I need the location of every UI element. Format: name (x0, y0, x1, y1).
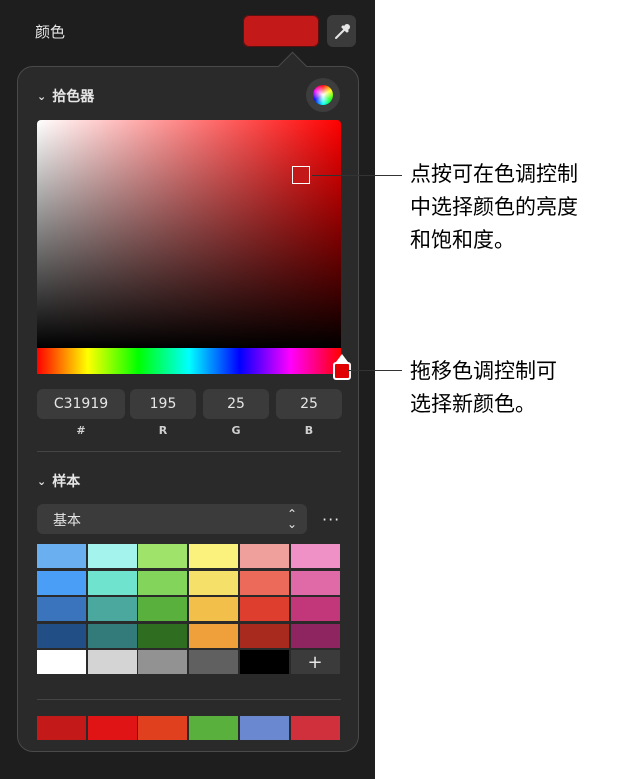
swatch[interactable] (189, 623, 239, 648)
swatches-header[interactable]: ⌄ 样本 (37, 471, 80, 491)
swatch[interactable] (37, 623, 86, 648)
recent-swatch[interactable] (239, 716, 289, 740)
green-field[interactable]: 25 (203, 389, 269, 419)
callout-line-text: 和饱和度。 (410, 228, 515, 252)
chevron-down-icon: ⌄ (37, 474, 47, 488)
swatch[interactable] (138, 597, 188, 622)
swatch[interactable] (239, 623, 289, 648)
recent-swatch[interactable] (138, 716, 188, 740)
swatch[interactable] (239, 570, 289, 595)
swatches-title: 样本 (52, 474, 81, 490)
recent-swatch[interactable] (37, 716, 86, 740)
palette-select[interactable]: 基本 ⌃ ⌄ (37, 504, 307, 534)
swatch[interactable] (189, 570, 239, 595)
saturation-brightness-field[interactable] (37, 120, 341, 348)
red-field[interactable]: 195 (130, 389, 196, 419)
color-wheel-button[interactable] (306, 78, 340, 112)
swatch[interactable] (290, 623, 340, 648)
callout-line (348, 370, 402, 371)
swatch[interactable] (87, 570, 137, 595)
hex-label: # (76, 424, 86, 437)
hue-slider[interactable] (37, 348, 341, 374)
callout-sv: 点按可在色调控制 中选择颜色的亮度 和饱和度。 (410, 158, 578, 257)
swatch[interactable] (87, 597, 137, 622)
swatch[interactable] (87, 623, 137, 648)
recent-swatch[interactable] (189, 716, 239, 740)
red-label: R (158, 424, 168, 437)
swatch[interactable] (37, 650, 86, 675)
callout-line-text: 点按可在色调控制 (410, 162, 578, 186)
recent-swatch[interactable] (87, 716, 137, 740)
swatch[interactable] (138, 623, 188, 648)
swatch[interactable] (37, 544, 86, 568)
updown-chevron-icon: ⌃ ⌄ (286, 507, 297, 531)
swatch[interactable] (290, 570, 340, 595)
eyedropper-icon (335, 24, 350, 39)
swatch[interactable] (189, 650, 239, 675)
swatch[interactable] (239, 650, 289, 675)
swatch[interactable] (189, 597, 239, 622)
picker-header[interactable]: ⌄ 拾色器 (37, 86, 94, 106)
blue-label: B (304, 424, 314, 437)
swatch[interactable] (138, 650, 188, 675)
swatch[interactable] (290, 597, 340, 622)
more-options-button[interactable]: ··· (322, 510, 340, 529)
eyedropper-button[interactable] (327, 15, 356, 47)
callout-hue: 拖移色调控制可 选择新颜色。 (410, 355, 557, 421)
divider (37, 699, 341, 700)
color-wheel-icon (313, 85, 333, 105)
callout-line-text: 选择新颜色。 (410, 392, 536, 416)
swatch[interactable] (87, 650, 137, 675)
swatch[interactable] (87, 544, 137, 568)
swatch[interactable] (138, 544, 188, 568)
swatch[interactable] (189, 544, 239, 568)
add-swatch-button[interactable]: + (290, 650, 340, 675)
callout-line (312, 175, 402, 176)
callout-line-text: 拖移色调控制可 (410, 359, 557, 383)
color-well-button[interactable] (243, 15, 319, 47)
picker-title: 拾色器 (52, 89, 95, 105)
swatch[interactable] (239, 544, 289, 568)
sv-cursor[interactable] (292, 166, 310, 184)
swatch[interactable] (290, 544, 340, 568)
hex-field[interactable]: C31919 (37, 389, 125, 419)
swatch[interactable] (239, 597, 289, 622)
divider (37, 451, 341, 452)
callout-line-text: 中选择颜色的亮度 (410, 195, 578, 219)
chevron-down-icon: ⌄ (37, 89, 47, 103)
green-label: G (231, 424, 241, 437)
swatch[interactable] (138, 570, 188, 595)
recent-swatch[interactable] (290, 716, 340, 740)
hue-slider-handle[interactable] (333, 354, 351, 380)
swatch[interactable] (37, 597, 86, 622)
swatch[interactable] (37, 570, 86, 595)
blue-field[interactable]: 25 (276, 389, 342, 419)
color-label: 颜色 (35, 23, 66, 41)
palette-select-value: 基本 (53, 513, 81, 529)
